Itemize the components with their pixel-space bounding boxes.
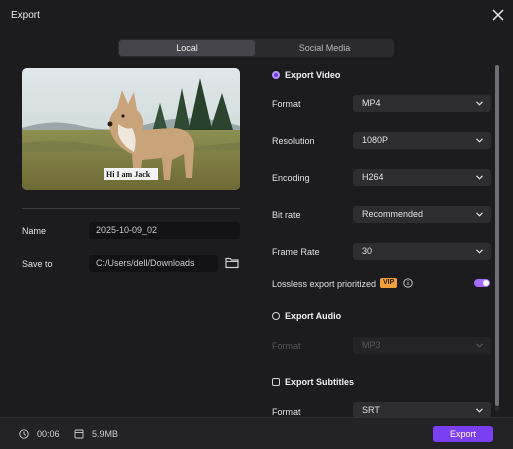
folder-icon[interactable] bbox=[225, 256, 239, 269]
encoding-select[interactable]: H264 bbox=[353, 169, 491, 186]
chevron-down-icon bbox=[476, 343, 483, 348]
preview-thumbnail: Hi I am Jack bbox=[22, 68, 240, 190]
framerate-value: 30 bbox=[362, 246, 373, 256]
chevron-down-icon bbox=[476, 408, 483, 413]
name-label: Name bbox=[22, 226, 47, 236]
chevron-down-icon bbox=[476, 212, 483, 217]
export-button[interactable]: Export bbox=[433, 426, 493, 442]
chevron-down-icon bbox=[476, 175, 483, 180]
toggle-knob bbox=[483, 280, 489, 286]
footer-bar: 00:06 5.9MB Export bbox=[0, 417, 513, 449]
tab-local[interactable]: Local bbox=[119, 40, 255, 56]
framerate-select[interactable]: 30 bbox=[353, 243, 491, 260]
video-format-value: MP4 bbox=[362, 98, 381, 108]
export-video-title: Export Video bbox=[285, 70, 341, 80]
saveto-label: Save to bbox=[22, 259, 53, 269]
chevron-down-icon bbox=[476, 138, 483, 143]
lossless-toggle[interactable] bbox=[474, 279, 490, 287]
framerate-label: Frame Rate bbox=[272, 247, 320, 257]
export-subtitles-title: Export Subtitles bbox=[285, 377, 355, 387]
saveto-field[interactable]: C:/Users/dell/Downloads bbox=[89, 255, 218, 272]
audio-format-select: MP3 bbox=[353, 337, 491, 354]
audio-format-value: MP3 bbox=[362, 340, 381, 350]
export-video-radio[interactable] bbox=[272, 71, 280, 79]
encoding-label: Encoding bbox=[272, 173, 310, 183]
lossless-label: Lossless export prioritized bbox=[272, 279, 377, 289]
video-preview: Hi I am Jack bbox=[22, 68, 240, 190]
audio-format-label: Format bbox=[272, 341, 301, 351]
close-icon[interactable] bbox=[489, 6, 507, 24]
filesize-text: 5.9MB bbox=[92, 429, 119, 439]
video-format-label: Format bbox=[272, 99, 301, 109]
scrollbar-thumb[interactable] bbox=[495, 65, 499, 406]
resolution-label: Resolution bbox=[272, 136, 315, 146]
export-audio-title: Export Audio bbox=[285, 311, 342, 321]
tab-social-media[interactable]: Social Media bbox=[256, 40, 393, 56]
subtitle-format-value: SRT bbox=[362, 405, 380, 415]
resolution-select[interactable]: 1080P bbox=[353, 132, 491, 149]
title-bar: Export bbox=[0, 0, 513, 30]
resolution-value: 1080P bbox=[362, 135, 389, 145]
vip-badge: VIP bbox=[380, 278, 398, 288]
video-format-select[interactable]: MP4 bbox=[353, 95, 491, 112]
bitrate-label: Bit rate bbox=[272, 210, 301, 220]
preview-caption: Hi I am Jack bbox=[106, 170, 151, 179]
export-audio-radio[interactable] bbox=[272, 312, 280, 320]
name-field[interactable]: 2025-10-09_02 bbox=[89, 222, 240, 239]
chevron-down-icon bbox=[476, 101, 483, 106]
duration-text: 00:06 bbox=[37, 429, 60, 439]
export-subtitles-checkbox[interactable] bbox=[272, 378, 280, 386]
info-icon[interactable] bbox=[403, 278, 413, 288]
bitrate-value: Recommended bbox=[362, 209, 424, 219]
subtitle-format-label: Format bbox=[272, 407, 301, 417]
divider bbox=[22, 208, 240, 209]
clock-icon bbox=[19, 429, 29, 439]
export-tabs: Local Social Media bbox=[118, 39, 394, 57]
chevron-down-icon bbox=[476, 249, 483, 254]
encoding-value: H264 bbox=[362, 172, 384, 182]
bitrate-select[interactable]: Recommended bbox=[353, 206, 491, 223]
window-title: Export bbox=[11, 10, 40, 21]
file-icon bbox=[74, 429, 84, 439]
